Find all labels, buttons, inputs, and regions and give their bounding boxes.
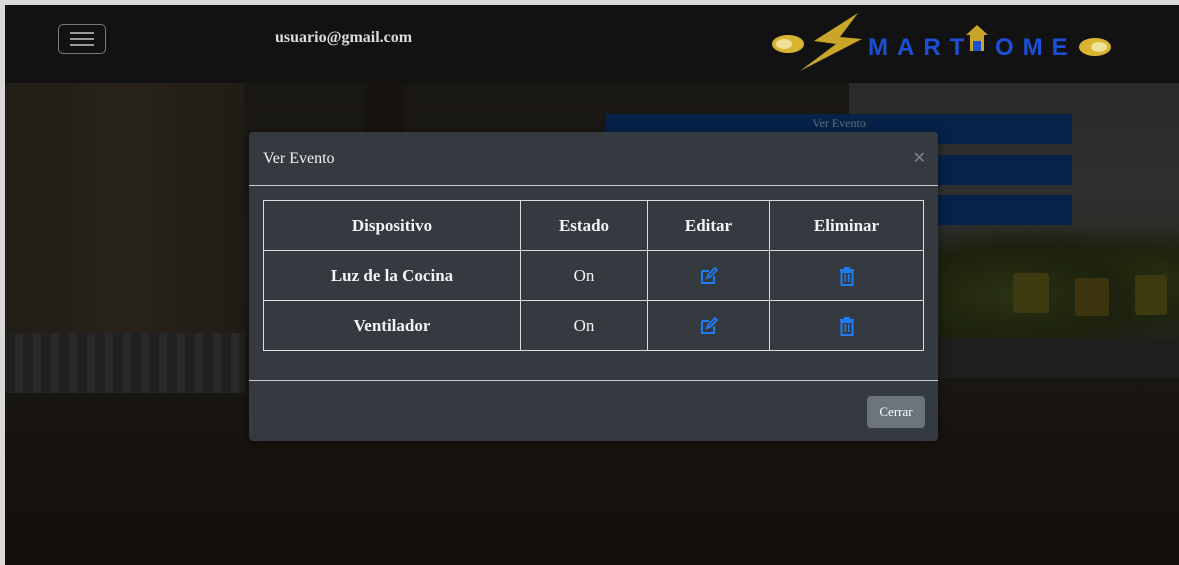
delete-cell [769,250,924,301]
column-header: Dispositivo [263,200,521,251]
ver-evento-modal: Ver Evento ✕ Dispositivo Estado Editar E… [249,132,938,441]
delete-cell [769,300,924,351]
cerrar-button[interactable]: Cerrar [867,396,925,428]
trash-icon[interactable] [837,266,857,287]
edit-cell [647,300,770,351]
column-header: Estado [520,200,648,251]
navbar: usuario@gmail.com MART OME [5,5,1179,83]
modal-header: Ver Evento ✕ [249,132,938,186]
app-frame: Ver Evento Volver usuario@gmail.com MART… [5,5,1179,565]
table-row: Ventilador On [263,300,924,351]
logo-text: MART [868,34,973,61]
events-table: Dispositivo Estado Editar Eliminar Luz d… [263,200,924,351]
edit-icon[interactable] [699,316,719,336]
device-status: On [520,250,648,301]
hamburger-menu-icon[interactable] [58,24,106,54]
edit-icon[interactable] [699,266,719,286]
user-email: usuario@gmail.com [275,29,413,46]
svg-text:OME: OME [995,34,1077,61]
device-name: Ventilador [263,300,521,351]
column-header: Eliminar [769,200,924,251]
device-status: On [520,300,648,351]
table-row: Luz de la Cocina On [263,250,924,301]
trash-icon[interactable] [837,316,857,337]
close-icon[interactable]: ✕ [913,148,926,168]
modal-footer: Cerrar [249,380,938,441]
device-name: Luz de la Cocina [263,250,521,301]
column-header: Editar [647,200,770,251]
modal-title: Ver Evento [263,150,335,167]
table-header-row: Dispositivo Estado Editar Eliminar [263,200,924,251]
smarthome-logo: MART OME [772,13,1111,71]
edit-cell [647,250,770,301]
